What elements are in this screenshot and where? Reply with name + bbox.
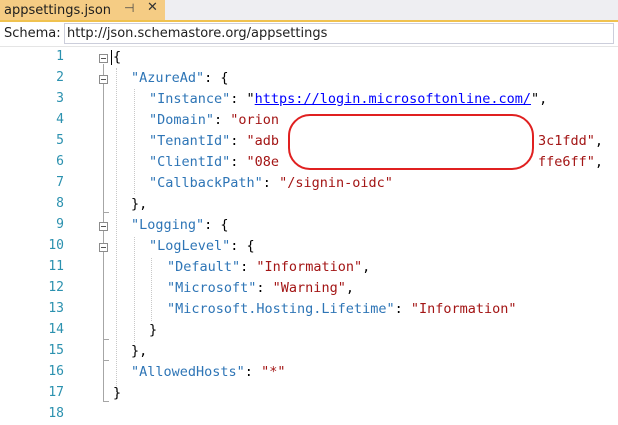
code-text: "LogLevel": { [149,238,255,254]
redaction-mark [288,114,534,170]
code-text: } [113,385,122,401]
code-text: }, [131,343,148,359]
code-text: "Microsoft.Hosting.Lifetime": "Informati… [167,301,517,317]
code-text: "TenantId": "adb [149,133,280,149]
line-number: 3 [56,91,64,106]
line-number: 5 [56,133,64,148]
line-number: 14 [48,322,64,337]
code-text: "AzureAd": { [131,70,229,86]
code-line: 14 } [0,320,618,341]
code-line: 8 }, [0,194,618,215]
line-number: 10 [48,238,64,253]
line-number: 13 [48,301,64,316]
code-line: 17 } [0,383,618,404]
code-line: 11 "Default": "Information", [0,257,618,278]
code-text: "Domain": "orion [149,112,280,128]
line-number: 15 [48,343,64,358]
code-text: "AllowedHosts": "*" [131,364,286,380]
code-text: "Microsoft": "Warning", [167,280,354,296]
code-text: "Instance": "https://login.microsoftonli… [149,91,548,107]
instance-url-link[interactable]: https://login.microsoftonline.com/ [255,91,531,107]
tab-appsettings-json[interactable]: appsettings.json ⊣ ✕ [0,0,165,20]
line-number: 1 [56,49,64,64]
schema-label: Schema: [4,26,61,41]
line-number: 12 [48,280,64,295]
line-number: 2 [56,70,64,85]
code-text: "Default": "Information", [167,259,371,275]
code-text: { [113,49,122,65]
code-line: 1 { [0,47,618,68]
line-number: 17 [48,385,64,400]
document-tab-strip: appsettings.json ⊣ ✕ [0,0,618,22]
line-number: 7 [56,175,64,190]
code-line: 2 "AzureAd": { [0,68,618,89]
code-text-tail: ffe6ff", [538,154,604,170]
line-number: 18 [48,406,64,421]
code-text: "ClientId": "08e [149,154,280,170]
pin-icon[interactable]: ⊣ [124,1,134,15]
code-text-tail: 3c1fdd", [538,133,604,149]
tab-title: appsettings.json [4,2,112,18]
code-line: 9 "Logging": { [0,215,618,236]
code-line: 18 [0,404,618,425]
schema-url-input[interactable]: http://json.schemastore.org/appsettings [64,23,614,44]
code-line: 10 "LogLevel": { [0,236,618,257]
line-number: 11 [48,259,64,274]
code-line: 12 "Microsoft": "Warning", [0,278,618,299]
close-icon[interactable]: ✕ [147,0,158,15]
code-line: 7 "CallbackPath": "/signin-oidc" [0,173,618,194]
code-text: } [149,322,158,338]
text-caret [111,50,112,65]
schema-bar: Schema: http://json.schemastore.org/apps… [0,22,618,47]
code-editor[interactable]: 1 { 2 "AzureAd": { 3 "Instance": "https:… [0,47,618,421]
code-line: 16 "AllowedHosts": "*" [0,362,618,383]
code-line: 3 "Instance": "https://login.microsofton… [0,89,618,110]
code-text: }, [131,196,148,212]
code-line: 13 "Microsoft.Hosting.Lifetime": "Inform… [0,299,618,320]
line-number: 4 [56,112,64,127]
code-text: "CallbackPath": "/signin-oidc" [149,175,393,191]
line-number: 6 [56,154,64,169]
code-text: "Logging": { [131,217,229,233]
line-number: 16 [48,364,64,379]
code-line: 15 }, [0,341,618,362]
line-number: 8 [56,196,64,211]
line-number: 9 [56,217,64,232]
